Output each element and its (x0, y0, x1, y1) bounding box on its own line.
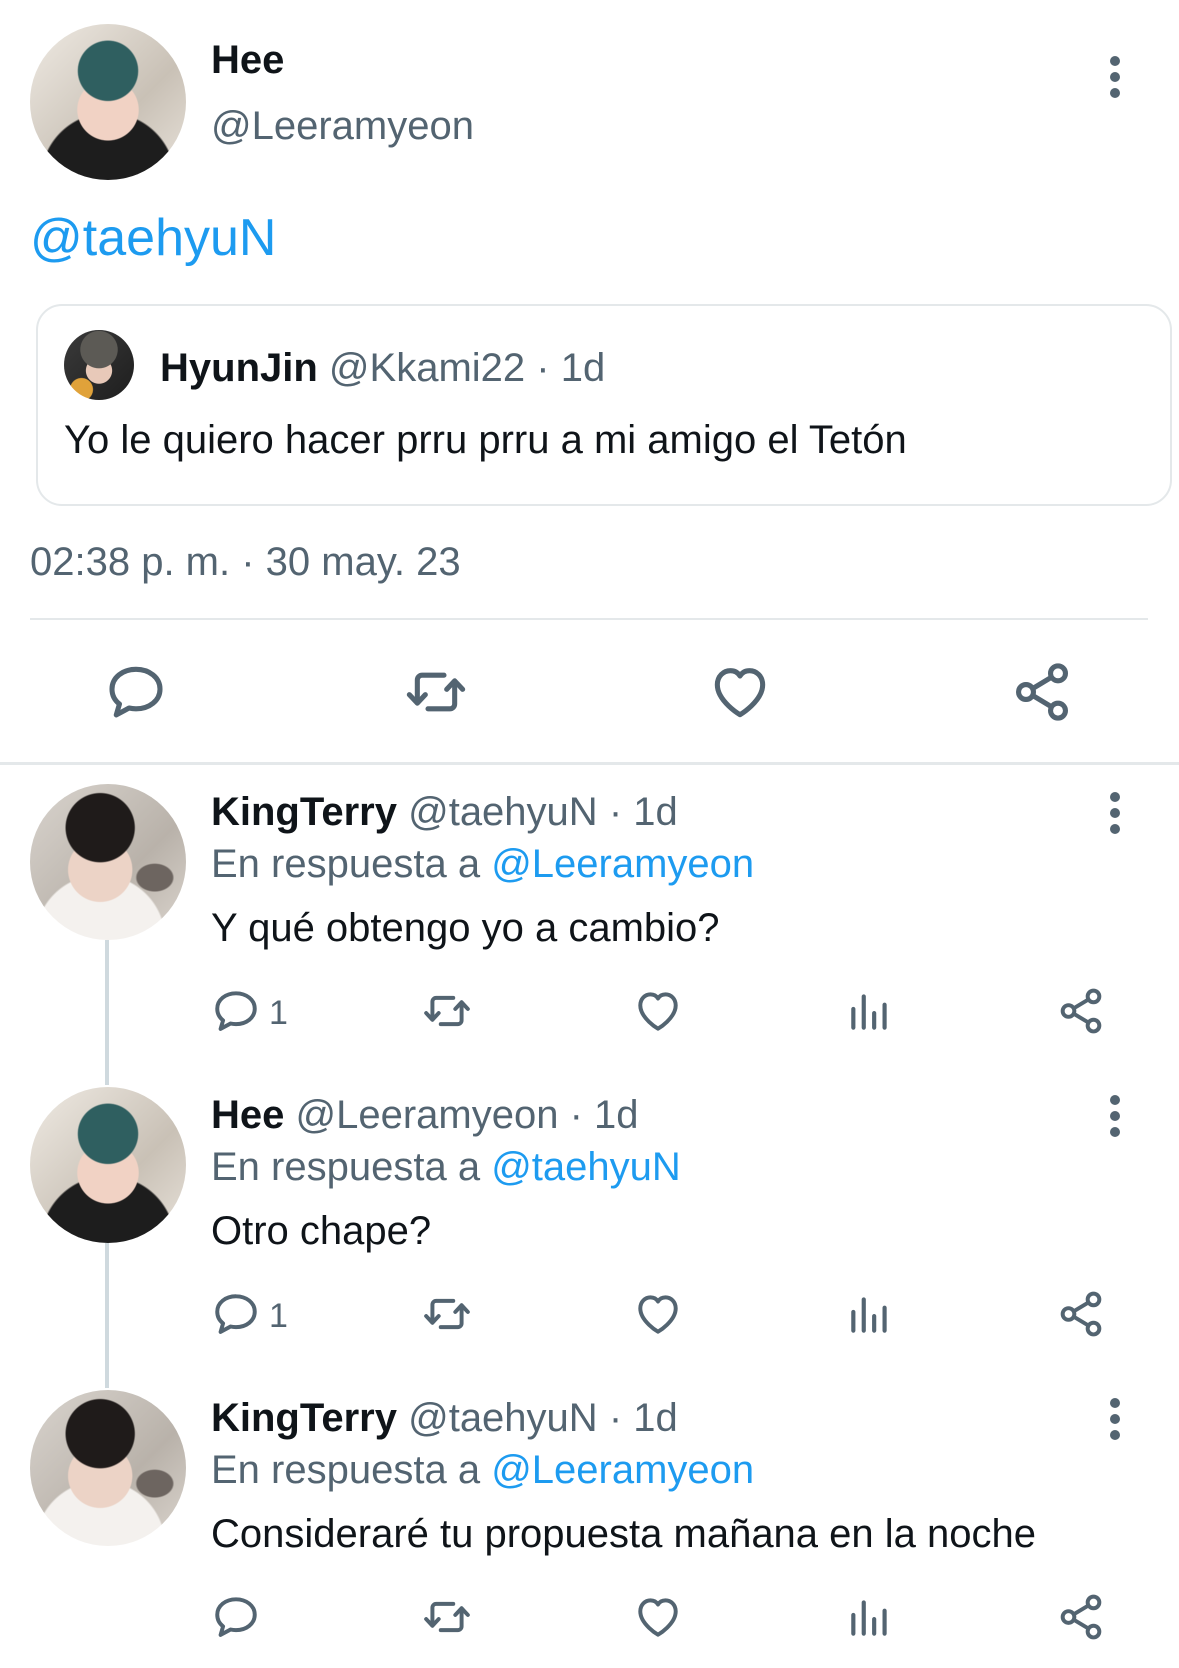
tweet-text: Consideraré tu propuesta mañana en la no… (211, 1512, 1036, 1556)
retweet-icon[interactable] (422, 1592, 472, 1642)
thread-line (105, 940, 109, 1085)
quoted-text: Yo le quiero hacer prru prru a mi amigo … (64, 418, 907, 462)
reply-icon[interactable] (211, 986, 261, 1036)
divider (30, 618, 1148, 620)
tweet-text: Otro chape? (211, 1209, 432, 1253)
like-icon[interactable] (633, 1592, 683, 1642)
retweet-icon[interactable] (422, 1289, 472, 1339)
reply-icon[interactable] (211, 1592, 261, 1642)
tweet-timestamp[interactable]: 02:38 p. m. · 30 may. 23 (30, 540, 461, 585)
views-icon[interactable] (845, 1289, 895, 1339)
share-icon[interactable] (1056, 1592, 1106, 1642)
reply-count: 1 (269, 1297, 288, 1335)
quoted-author-name: HyunJin (160, 346, 318, 390)
retweet-icon[interactable] (422, 986, 472, 1036)
more-icon[interactable] (1109, 792, 1121, 836)
like-icon[interactable] (708, 660, 772, 724)
like-icon[interactable] (633, 1289, 683, 1339)
views-icon[interactable] (845, 1592, 895, 1642)
reply-to-handle[interactable]: @taehyuN (491, 1145, 681, 1189)
author-handle[interactable]: @taehyuN (408, 1396, 598, 1440)
author-name[interactable]: Hee (211, 38, 284, 83)
share-icon[interactable] (1056, 1289, 1106, 1339)
thread-line (105, 1243, 109, 1388)
more-icon[interactable] (1109, 1398, 1121, 1442)
more-icon[interactable] (1109, 1095, 1121, 1139)
reply-count: 1 (269, 994, 288, 1032)
tweet-time: · 1d (569, 1093, 639, 1137)
author-name[interactable]: Hee (211, 1093, 284, 1137)
reply-prefix: En respuesta a (211, 842, 481, 886)
retweet-icon[interactable] (404, 660, 468, 724)
tweet-time: · 1d (608, 1396, 678, 1440)
tweet-text[interactable]: @taehyuN (30, 208, 276, 268)
share-icon[interactable] (1056, 986, 1106, 1036)
tweet-time: · 1d (608, 790, 678, 834)
author-handle[interactable]: @Leeramyeon (296, 1093, 559, 1137)
like-icon[interactable] (633, 986, 683, 1036)
reply-to-handle[interactable]: @Leeramyeon (491, 1448, 754, 1492)
reply-prefix: En respuesta a (211, 1145, 481, 1189)
author-name[interactable]: KingTerry (211, 1396, 397, 1440)
author-handle[interactable]: @taehyuN (408, 790, 598, 834)
avatar[interactable] (30, 1390, 186, 1546)
tweet-text: Y qué obtengo yo a cambio? (211, 906, 720, 950)
avatar[interactable] (30, 1087, 186, 1243)
quoted-tweet[interactable]: HyunJin @Kkami22 · 1d Yo le quiero hacer… (36, 304, 1172, 506)
reply-to-handle[interactable]: @Leeramyeon (491, 842, 754, 886)
reply-icon[interactable] (104, 660, 168, 724)
avatar[interactable] (30, 24, 186, 180)
quoted-time: · 1d (536, 346, 606, 390)
avatar (64, 330, 134, 400)
author-name[interactable]: KingTerry (211, 790, 397, 834)
section-divider (0, 762, 1179, 765)
avatar[interactable] (30, 784, 186, 940)
reply-prefix: En respuesta a (211, 1448, 481, 1492)
reply-icon[interactable] (211, 1289, 261, 1339)
author-handle[interactable]: @Leeramyeon (211, 104, 474, 149)
views-icon[interactable] (845, 986, 895, 1036)
share-icon[interactable] (1010, 660, 1074, 724)
quoted-author-handle: @Kkami22 (328, 346, 526, 390)
more-icon[interactable] (1109, 56, 1121, 100)
